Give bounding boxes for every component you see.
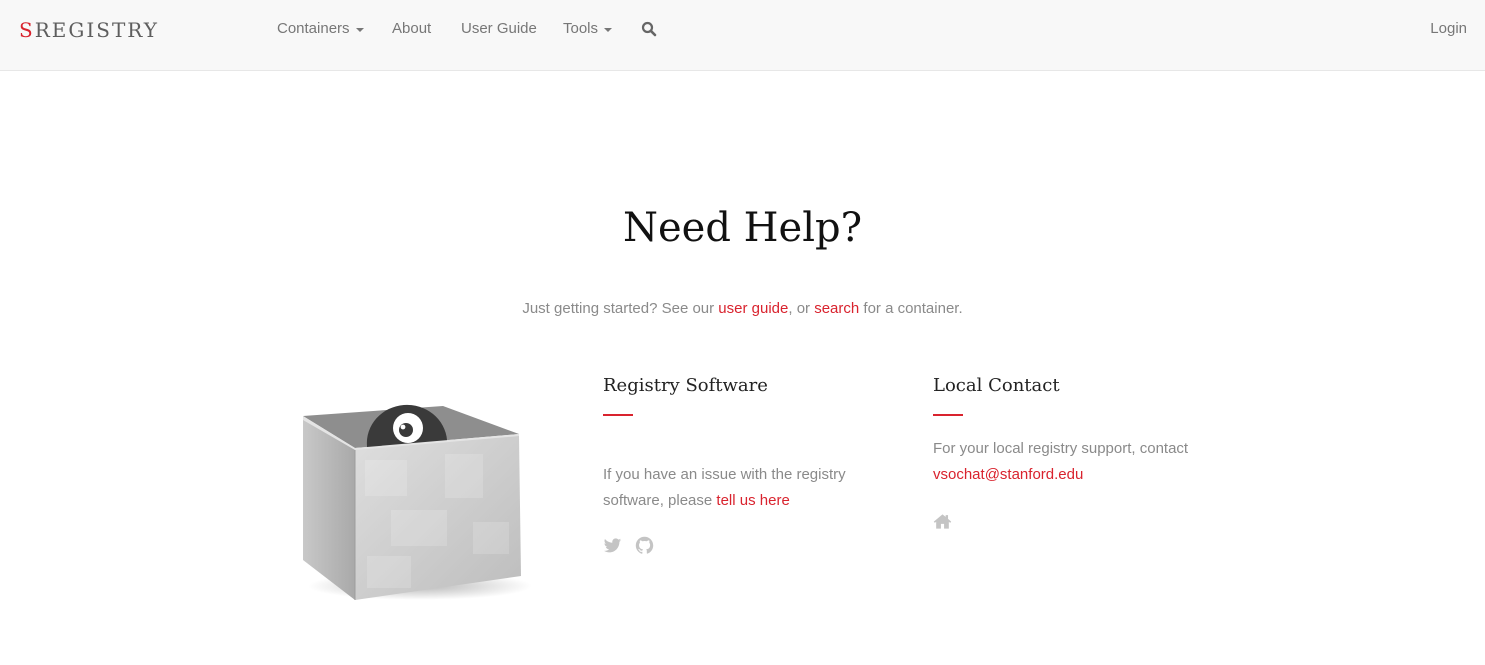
- registry-software-icons: [603, 536, 893, 555]
- contact-email-link[interactable]: vsochat@stanford.edu: [933, 466, 1083, 483]
- nav-tools-label: Tools: [563, 20, 599, 37]
- lead-prefix: Just getting started? See our: [522, 300, 719, 317]
- local-contact-icons: [933, 512, 1223, 531]
- user-guide-link[interactable]: user guide: [718, 300, 788, 317]
- lead-suffix: for a container.: [859, 300, 963, 317]
- local-contact-title: Local Contact: [933, 375, 1060, 396]
- github-icon[interactable]: [635, 536, 654, 555]
- nav-user-guide-label: User Guide: [461, 20, 537, 37]
- nav-user-guide[interactable]: User Guide: [461, 20, 537, 37]
- local-contact-email-line: vsochat@stanford.edu: [933, 462, 1223, 488]
- login-link[interactable]: Login: [1430, 20, 1467, 37]
- lead-middle: , or: [788, 300, 815, 317]
- search-icon[interactable]: [641, 21, 657, 37]
- caret-down-icon: [604, 27, 613, 32]
- brand-logo-first-letter: S: [19, 18, 35, 42]
- nav-about-label: About: [392, 20, 432, 37]
- nav-containers-dropdown[interactable]: Containers: [277, 20, 364, 37]
- accent-divider: [933, 414, 963, 416]
- search-link[interactable]: search: [814, 300, 859, 317]
- page-title: Need Help?: [622, 205, 863, 251]
- brand-logo-rest: REGISTRY: [34, 18, 159, 42]
- caret-down-icon: [355, 27, 364, 32]
- registry-box-illustration: [303, 404, 532, 600]
- local-contact-text: For your local registry support, contact: [933, 440, 1189, 457]
- navbar: SREGISTRY Containers About User Guide To…: [0, 0, 1485, 71]
- local-contact-section: Local Contact For your local registry su…: [933, 375, 1223, 531]
- lead-text: Just getting started? See our user guide…: [0, 300, 1485, 317]
- nav-about[interactable]: About: [392, 20, 431, 37]
- registry-software-text: If you have an issue with the registry s…: [603, 462, 893, 514]
- tell-us-here-link[interactable]: tell us here: [716, 492, 789, 509]
- home-icon[interactable]: [933, 512, 952, 531]
- brand-logo[interactable]: SREGISTRY: [19, 18, 159, 42]
- registry-software-title: Registry Software: [603, 375, 768, 396]
- accent-divider: [603, 414, 633, 416]
- registry-software-section: Registry Software If you have an issue w…: [603, 375, 893, 555]
- nav-tools-dropdown[interactable]: Tools: [563, 20, 613, 37]
- twitter-icon[interactable]: [603, 536, 622, 555]
- nav-containers-label: Containers: [277, 20, 350, 37]
